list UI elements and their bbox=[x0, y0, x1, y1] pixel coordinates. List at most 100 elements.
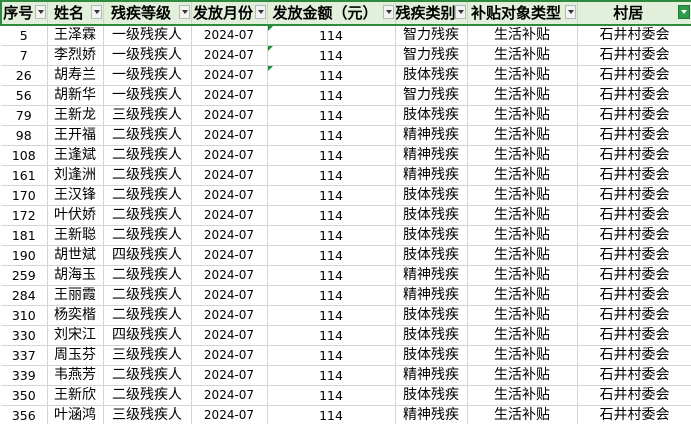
level-cell[interactable]: 一级残疾人 bbox=[103, 25, 192, 46]
subsidy-cell[interactable]: 生活补贴 bbox=[467, 325, 578, 346]
village-cell[interactable]: 石井村委会 bbox=[577, 345, 691, 366]
seq-cell[interactable]: 7 bbox=[1, 45, 48, 66]
seq-cell[interactable]: 190 bbox=[1, 245, 48, 266]
month-cell[interactable]: 2024-07 bbox=[191, 285, 268, 306]
name-cell[interactable]: 周玉芬 bbox=[47, 345, 104, 366]
level-cell[interactable]: 二级残疾人 bbox=[103, 285, 192, 306]
month-cell[interactable]: 2024-07 bbox=[191, 385, 268, 406]
month-cell[interactable]: 2024-07 bbox=[191, 265, 268, 286]
month-cell[interactable]: 2024-07 bbox=[191, 165, 268, 186]
name-cell[interactable]: 王逢斌 bbox=[47, 145, 104, 166]
name-cell[interactable]: 叶涵鸿 bbox=[47, 405, 104, 424]
name-cell[interactable]: 刘宋江 bbox=[47, 325, 104, 346]
name-cell[interactable]: 王汉锋 bbox=[47, 185, 104, 206]
type-cell[interactable]: 精神残疾 bbox=[395, 165, 468, 186]
village-cell[interactable]: 石井村委会 bbox=[577, 245, 691, 266]
seq-cell[interactable]: 181 bbox=[1, 225, 48, 246]
month-cell[interactable]: 2024-07 bbox=[191, 205, 268, 226]
filter-dropdown-icon[interactable] bbox=[382, 5, 394, 19]
seq-cell[interactable]: 170 bbox=[1, 185, 48, 206]
village-cell[interactable]: 石井村委会 bbox=[577, 165, 691, 186]
filter-dropdown-icon[interactable] bbox=[34, 5, 46, 19]
filter-active-icon[interactable] bbox=[678, 5, 690, 19]
village-cell[interactable]: 石井村委会 bbox=[577, 45, 691, 66]
village-cell[interactable]: 石井村委会 bbox=[577, 25, 691, 46]
header-disability-type[interactable]: 残疾类别 bbox=[395, 0, 468, 26]
seq-cell[interactable]: 339 bbox=[1, 365, 48, 386]
seq-cell[interactable]: 284 bbox=[1, 285, 48, 306]
amount-cell[interactable]: 114 bbox=[267, 85, 396, 106]
type-cell[interactable]: 肢体残疾 bbox=[395, 305, 468, 326]
village-cell[interactable]: 石井村委会 bbox=[577, 125, 691, 146]
header-amount[interactable]: 发放金额（元） bbox=[267, 0, 396, 26]
level-cell[interactable]: 四级残疾人 bbox=[103, 325, 192, 346]
seq-cell[interactable]: 98 bbox=[1, 125, 48, 146]
subsidy-cell[interactable]: 生活补贴 bbox=[467, 405, 578, 424]
subsidy-cell[interactable]: 生活补贴 bbox=[467, 265, 578, 286]
subsidy-cell[interactable]: 生活补贴 bbox=[467, 145, 578, 166]
amount-cell[interactable]: 114 bbox=[267, 185, 396, 206]
name-cell[interactable]: 叶伏娇 bbox=[47, 205, 104, 226]
type-cell[interactable]: 精神残疾 bbox=[395, 265, 468, 286]
name-cell[interactable]: 胡海玉 bbox=[47, 265, 104, 286]
subsidy-cell[interactable]: 生活补贴 bbox=[467, 385, 578, 406]
type-cell[interactable]: 精神残疾 bbox=[395, 285, 468, 306]
amount-cell[interactable]: 114 bbox=[267, 305, 396, 326]
level-cell[interactable]: 四级残疾人 bbox=[103, 245, 192, 266]
amount-cell[interactable]: 114 bbox=[267, 325, 396, 346]
month-cell[interactable]: 2024-07 bbox=[191, 245, 268, 266]
type-cell[interactable]: 智力残疾 bbox=[395, 25, 468, 46]
village-cell[interactable]: 石井村委会 bbox=[577, 325, 691, 346]
header-month[interactable]: 发放月份 bbox=[191, 0, 268, 26]
name-cell[interactable]: 王丽霞 bbox=[47, 285, 104, 306]
name-cell[interactable]: 王新欣 bbox=[47, 385, 104, 406]
filter-dropdown-icon[interactable] bbox=[564, 5, 576, 19]
amount-cell[interactable]: 114 bbox=[267, 125, 396, 146]
subsidy-cell[interactable]: 生活补贴 bbox=[467, 285, 578, 306]
amount-cell[interactable]: 114 bbox=[267, 345, 396, 366]
filter-dropdown-icon[interactable] bbox=[178, 5, 190, 19]
level-cell[interactable]: 一级残疾人 bbox=[103, 45, 192, 66]
seq-cell[interactable]: 26 bbox=[1, 65, 48, 86]
level-cell[interactable]: 三级残疾人 bbox=[103, 105, 192, 126]
type-cell[interactable]: 智力残疾 bbox=[395, 85, 468, 106]
village-cell[interactable]: 石井村委会 bbox=[577, 105, 691, 126]
type-cell[interactable]: 精神残疾 bbox=[395, 125, 468, 146]
type-cell[interactable]: 肢体残疾 bbox=[395, 65, 468, 86]
seq-cell[interactable]: 337 bbox=[1, 345, 48, 366]
level-cell[interactable]: 二级残疾人 bbox=[103, 145, 192, 166]
subsidy-cell[interactable]: 生活补贴 bbox=[467, 205, 578, 226]
village-cell[interactable]: 石井村委会 bbox=[577, 185, 691, 206]
type-cell[interactable]: 肢体残疾 bbox=[395, 225, 468, 246]
level-cell[interactable]: 二级残疾人 bbox=[103, 305, 192, 326]
subsidy-cell[interactable]: 生活补贴 bbox=[467, 45, 578, 66]
subsidy-cell[interactable]: 生活补贴 bbox=[467, 25, 578, 46]
amount-cell[interactable]: 114 bbox=[267, 365, 396, 386]
name-cell[interactable]: 刘逢洲 bbox=[47, 165, 104, 186]
type-cell[interactable]: 精神残疾 bbox=[395, 365, 468, 386]
village-cell[interactable]: 石井村委会 bbox=[577, 65, 691, 86]
type-cell[interactable]: 智力残疾 bbox=[395, 45, 468, 66]
seq-cell[interactable]: 161 bbox=[1, 165, 48, 186]
amount-cell[interactable]: 114 bbox=[267, 405, 396, 424]
month-cell[interactable]: 2024-07 bbox=[191, 65, 268, 86]
seq-cell[interactable]: 172 bbox=[1, 205, 48, 226]
month-cell[interactable]: 2024-07 bbox=[191, 145, 268, 166]
village-cell[interactable]: 石井村委会 bbox=[577, 205, 691, 226]
subsidy-cell[interactable]: 生活补贴 bbox=[467, 345, 578, 366]
name-cell[interactable]: 胡新华 bbox=[47, 85, 104, 106]
village-cell[interactable]: 石井村委会 bbox=[577, 85, 691, 106]
header-disability-level[interactable]: 残疾等级 bbox=[103, 0, 192, 26]
village-cell[interactable]: 石井村委会 bbox=[577, 285, 691, 306]
month-cell[interactable]: 2024-07 bbox=[191, 45, 268, 66]
amount-cell[interactable]: 114 bbox=[267, 145, 396, 166]
type-cell[interactable]: 肢体残疾 bbox=[395, 325, 468, 346]
month-cell[interactable]: 2024-07 bbox=[191, 305, 268, 326]
seq-cell[interactable]: 310 bbox=[1, 305, 48, 326]
level-cell[interactable]: 二级残疾人 bbox=[103, 185, 192, 206]
name-cell[interactable]: 胡世斌 bbox=[47, 245, 104, 266]
level-cell[interactable]: 二级残疾人 bbox=[103, 125, 192, 146]
subsidy-cell[interactable]: 生活补贴 bbox=[467, 125, 578, 146]
type-cell[interactable]: 肢体残疾 bbox=[395, 205, 468, 226]
header-village[interactable]: 村居 bbox=[577, 0, 691, 26]
